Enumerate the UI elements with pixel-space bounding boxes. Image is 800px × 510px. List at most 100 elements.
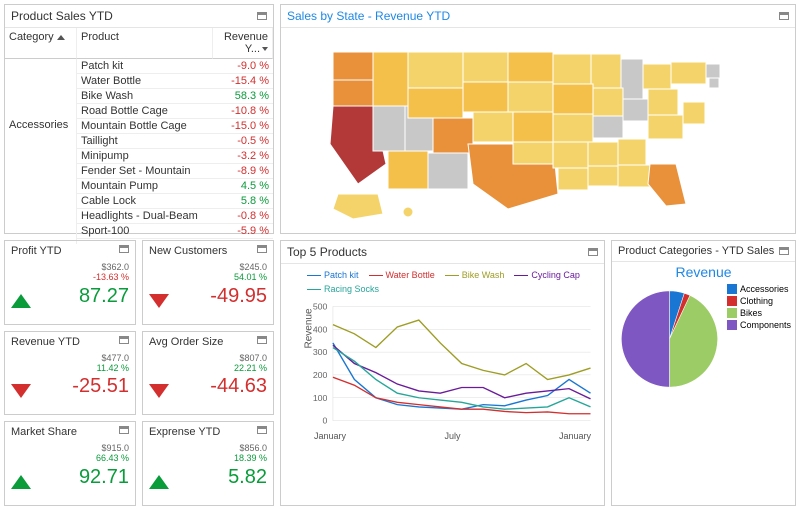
product-name: Taillight bbox=[77, 134, 215, 148]
product-rows: Patch kit-9.0 %Water Bottle-15.4 %Bike W… bbox=[77, 59, 273, 244]
kpi-card[interactable]: Profit YTD $362.0-13.63 % 87.27 bbox=[4, 240, 136, 325]
product-value: -0.8 % bbox=[215, 209, 273, 223]
svg-text:0: 0 bbox=[323, 416, 328, 426]
svg-text:500: 500 bbox=[313, 302, 328, 312]
table-row[interactable]: Fender Set - Mountain-8.9 % bbox=[77, 164, 273, 179]
maximize-icon[interactable] bbox=[119, 426, 129, 434]
top5-panel: Top 5 Products Patch kitWater BottleBike… bbox=[280, 240, 605, 506]
kpi-subtext: $856.018.39 % bbox=[149, 444, 267, 464]
product-name: Road Bottle Cage bbox=[77, 104, 215, 118]
col-revenue[interactable]: Revenue Y... bbox=[213, 28, 273, 59]
legend-swatch bbox=[727, 308, 737, 318]
table-row[interactable]: Road Bottle Cage-10.8 % bbox=[77, 104, 273, 119]
product-name: Fender Set - Mountain bbox=[77, 164, 215, 178]
arrow-down-icon bbox=[149, 384, 169, 398]
pie-title-bar: Product Categories - YTD Sales bbox=[612, 241, 795, 262]
table-row[interactable]: Patch kit-9.0 % bbox=[77, 59, 273, 74]
product-value: 5.8 % bbox=[215, 194, 273, 208]
table-row[interactable]: Bike Wash58.3 % bbox=[77, 89, 273, 104]
legend-item[interactable]: Bikes bbox=[727, 308, 791, 318]
table-row[interactable]: Minipump-3.2 % bbox=[77, 149, 273, 164]
kpi-card[interactable]: Revenue YTD $477.011.42 % -25.51 bbox=[4, 331, 136, 416]
col-product[interactable]: Product bbox=[77, 28, 213, 59]
kpi-card[interactable]: Avg Order Size $807.022.21 % -44.63 bbox=[142, 331, 274, 416]
pie-panel: Product Categories - YTD Sales Revenue A… bbox=[611, 240, 796, 506]
table-row[interactable]: Cable Lock5.8 % bbox=[77, 194, 273, 209]
product-value: -10.8 % bbox=[215, 104, 273, 118]
table-row[interactable]: Mountain Pump4.5 % bbox=[77, 179, 273, 194]
x-axis-labels: January July January bbox=[314, 431, 591, 441]
table-row[interactable]: Headlights - Dual-Beam-0.8 % bbox=[77, 209, 273, 224]
legend-swatch bbox=[727, 296, 737, 306]
product-value: -15.4 % bbox=[215, 74, 273, 88]
panel-title-link[interactable]: Sales by State - Revenue YTD bbox=[287, 9, 450, 23]
arrow-down-icon bbox=[149, 294, 169, 308]
svg-text:300: 300 bbox=[313, 347, 328, 357]
legend-item[interactable]: Cycling Cap bbox=[514, 270, 580, 280]
kpi-card[interactable]: New Customers $245.054.01 % -49.95 bbox=[142, 240, 274, 325]
legend-item[interactable]: Components bbox=[727, 320, 791, 330]
maximize-icon[interactable] bbox=[257, 12, 267, 20]
dropdown-icon bbox=[262, 47, 268, 51]
legend-item[interactable]: Water Bottle bbox=[369, 270, 435, 280]
map-chart[interactable] bbox=[281, 28, 795, 233]
maximize-icon[interactable] bbox=[779, 247, 789, 255]
kpi-subtext: $245.054.01 % bbox=[149, 263, 267, 283]
pie-chart-title: Revenue bbox=[612, 264, 795, 280]
kpi-card[interactable]: Exprense YTD $856.018.39 % 5.82 bbox=[142, 421, 274, 506]
map-title-bar: Sales by State - Revenue YTD bbox=[281, 5, 795, 28]
kpi-value: -25.51 bbox=[72, 375, 129, 398]
svg-text:200: 200 bbox=[313, 370, 328, 380]
maximize-icon[interactable] bbox=[119, 336, 129, 344]
product-table-header: Category Product Revenue Y... bbox=[5, 28, 273, 59]
product-name: Cable Lock bbox=[77, 194, 215, 208]
product-value: -3.2 % bbox=[215, 149, 273, 163]
maximize-icon[interactable] bbox=[257, 336, 267, 344]
legend-item[interactable]: Clothing bbox=[727, 296, 791, 306]
legend-item[interactable]: Bike Wash bbox=[445, 270, 505, 280]
arrow-down-icon bbox=[11, 384, 31, 398]
y-axis-label: Revenue bbox=[304, 308, 315, 348]
product-name: Headlights - Dual-Beam bbox=[77, 209, 215, 223]
col-category[interactable]: Category bbox=[5, 28, 77, 59]
legend-item[interactable]: Racing Socks bbox=[307, 284, 379, 294]
maximize-icon[interactable] bbox=[119, 245, 129, 253]
maximize-icon[interactable] bbox=[588, 248, 598, 256]
kpi-subtext: $915.066.43 % bbox=[11, 444, 129, 464]
panel-title-text: Product Sales YTD bbox=[11, 9, 113, 23]
kpi-title-text: Revenue YTD bbox=[11, 336, 80, 348]
kpi-value: 92.71 bbox=[79, 466, 129, 489]
svg-text:400: 400 bbox=[313, 325, 328, 335]
top5-legend: Patch kit Water Bottle Bike Wash Cycling Ca… bbox=[307, 270, 596, 294]
kpi-value: 5.82 bbox=[228, 466, 267, 489]
kpi-title-text: Profit YTD bbox=[11, 245, 62, 257]
kpi-title-text: Avg Order Size bbox=[149, 336, 223, 348]
sort-asc-icon bbox=[57, 35, 65, 40]
product-name: Water Bottle bbox=[77, 74, 215, 88]
table-row[interactable]: Water Bottle-15.4 % bbox=[77, 74, 273, 89]
product-name: Patch kit bbox=[77, 59, 215, 73]
kpi-subtext: $807.022.21 % bbox=[149, 354, 267, 374]
arrow-up-icon bbox=[11, 294, 31, 308]
svg-text:100: 100 bbox=[313, 393, 328, 403]
pie-chart[interactable] bbox=[616, 284, 723, 394]
product-value: -8.9 % bbox=[215, 164, 273, 178]
legend-item[interactable]: Patch kit bbox=[307, 270, 359, 280]
panel-title-text: Product Categories - YTD Sales bbox=[618, 245, 774, 257]
kpi-subtext: $477.011.42 % bbox=[11, 354, 129, 374]
map-panel: Sales by State - Revenue YTD bbox=[280, 4, 796, 234]
maximize-icon[interactable] bbox=[779, 12, 789, 20]
product-sales-panel: Product Sales YTD Category Product Reven… bbox=[4, 4, 274, 234]
top5-chart[interactable]: Revenue 0 100 200 300 400 500 bbox=[311, 296, 596, 431]
legend-item[interactable]: Accessories bbox=[727, 284, 791, 294]
table-row[interactable]: Mountain Bottle Cage-15.0 % bbox=[77, 119, 273, 134]
maximize-icon[interactable] bbox=[257, 426, 267, 434]
kpi-title-text: Market Share bbox=[11, 426, 77, 438]
kpi-card[interactable]: Market Share $915.066.43 % 92.71 bbox=[4, 421, 136, 506]
product-sales-title-bar: Product Sales YTD bbox=[5, 5, 273, 28]
table-row[interactable]: Taillight-0.5 % bbox=[77, 134, 273, 149]
table-row[interactable]: Sport-100-5.9 % bbox=[77, 224, 273, 239]
product-name: Sport-100 bbox=[77, 224, 215, 238]
maximize-icon[interactable] bbox=[257, 245, 267, 253]
product-value: -15.0 % bbox=[215, 119, 273, 133]
